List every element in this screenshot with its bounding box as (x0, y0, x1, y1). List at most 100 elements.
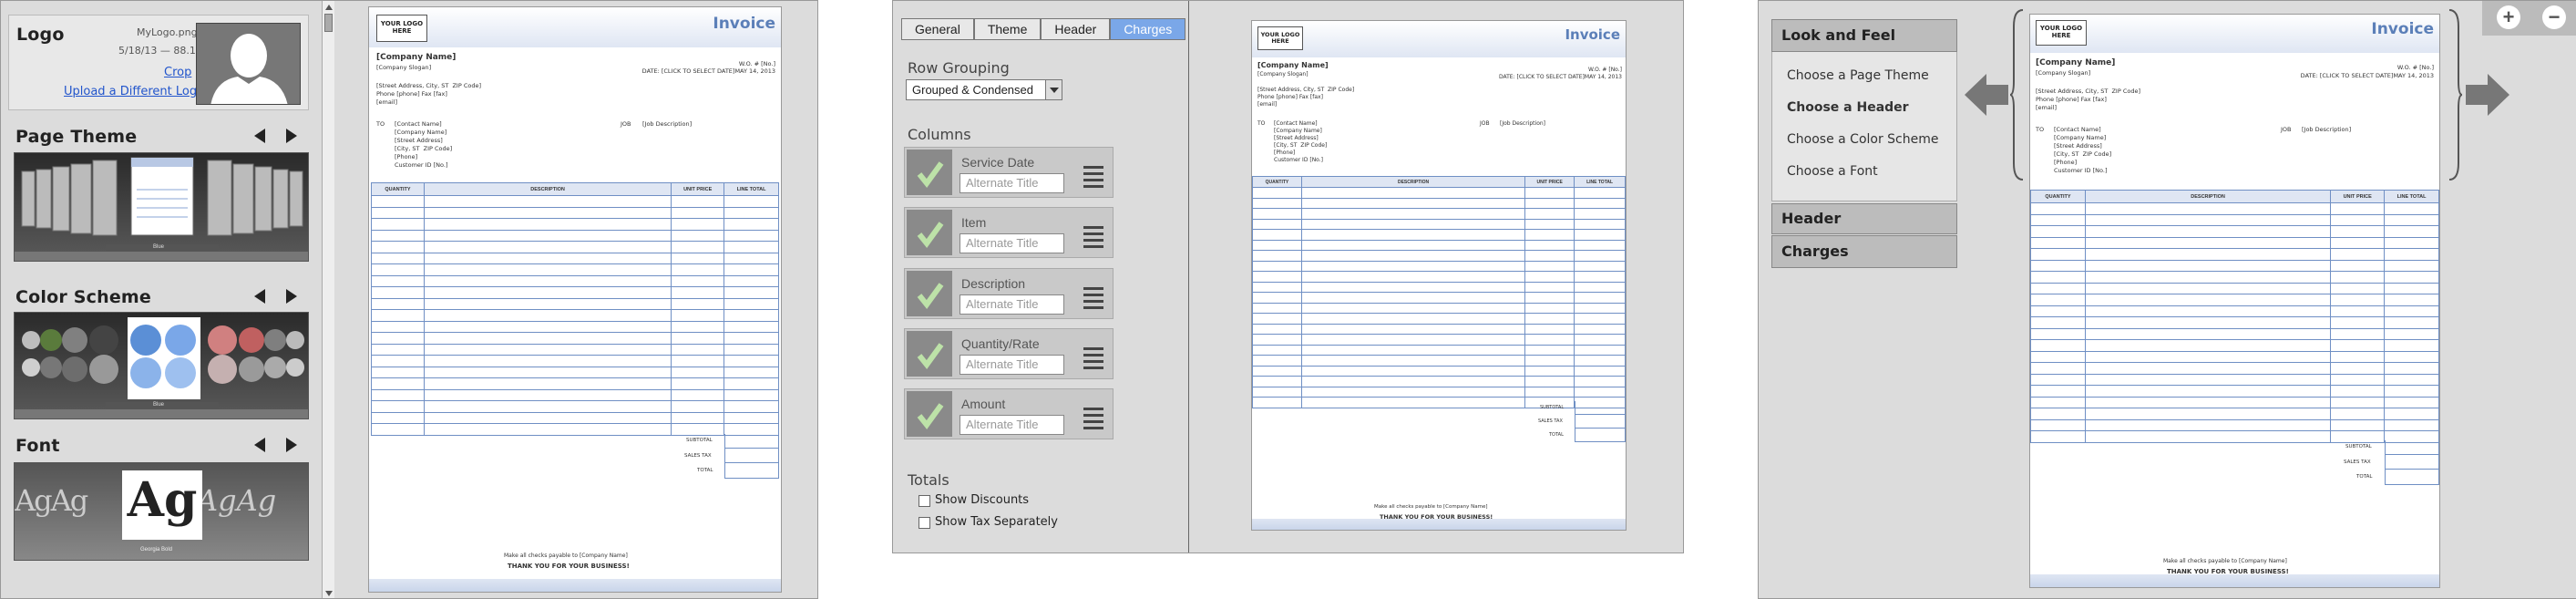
crop-link[interactable]: Crop (164, 66, 191, 79)
color-scheme-caption: Blue (153, 402, 165, 408)
tab-header[interactable]: Header (1041, 18, 1111, 40)
color-scheme-section: Color Scheme Blue (8, 280, 309, 430)
column-name: Quantity/Rate (961, 336, 1040, 351)
zoom-in-button[interactable]: + (2497, 5, 2520, 29)
job-label: JOB (621, 120, 631, 128)
job-value: [Job Description] (642, 120, 693, 128)
drag-handle-icon[interactable] (1083, 226, 1103, 252)
drag-handle-icon[interactable] (1083, 408, 1103, 433)
page-theme-section: Page Theme Blue (8, 127, 309, 273)
row-grouping-select[interactable]: Grouped & Condensed (906, 79, 1062, 100)
page-theme-carousel[interactable]: Blue (14, 152, 309, 262)
to-customer-id: Customer ID [No.] (2054, 167, 2108, 174)
zoom-out-button[interactable]: − (2542, 5, 2566, 29)
subtotal-label: SUBTOTAL (686, 438, 713, 443)
col-quantity: QUANTITY (371, 182, 425, 196)
invoice-logo-placeholder[interactable]: YOUR LOGO HERE (376, 15, 427, 42)
company-email: [email] (2036, 104, 2057, 111)
show-discounts-checkbox[interactable] (919, 495, 930, 507)
company-phone: Phone [phone] Fax [fax] (376, 90, 447, 98)
menu-choose-color-scheme[interactable]: Choose a Color Scheme (1787, 132, 1939, 147)
font-caption: Georgia Bold (140, 547, 173, 553)
look-and-feel-header[interactable]: Look and Feel (1771, 19, 1957, 52)
company-email: [email] (376, 98, 397, 106)
alternate-title-input[interactable]: Alternate Title (960, 355, 1064, 375)
drag-handle-icon[interactable] (1083, 347, 1103, 373)
tab-general[interactable]: General (901, 18, 974, 40)
wo-number: W.O. # [No.] (738, 60, 775, 67)
company-phone: Phone [phone] Fax [fax] (1257, 94, 1323, 100)
checkbox-amount[interactable] (907, 391, 952, 437)
alternate-title-input[interactable]: Alternate Title (960, 173, 1064, 193)
to-label: TO (376, 120, 385, 128)
tab-theme[interactable]: Theme (973, 18, 1042, 40)
col-description: DESCRIPTION (1300, 176, 1526, 188)
checkbox-item[interactable] (907, 210, 952, 255)
checkbox-service-date[interactable] (907, 150, 952, 195)
checkbox-quantity-rate[interactable] (907, 331, 952, 377)
sales-tax-label: SALES TAX (684, 453, 712, 459)
to-street: [Street Address] (2054, 142, 2102, 150)
sales-tax-label: SALES TAX (2344, 460, 2371, 465)
drag-handle-icon[interactable] (1083, 166, 1103, 191)
column-row-service-date[interactable]: Service Date Alternate Title (904, 147, 1114, 198)
to-street: [Street Address] (1274, 135, 1319, 141)
alternate-title-input[interactable]: Alternate Title (960, 294, 1064, 315)
checkbox-description[interactable] (907, 271, 952, 316)
show-tax-checkbox[interactable] (919, 517, 930, 529)
font-prev-icon[interactable] (254, 438, 265, 452)
company-address: [Street Address, City, ST ZIP Code] (2036, 88, 2141, 95)
page-theme-next-icon[interactable] (286, 129, 297, 143)
to-contact: [Contact Name] (395, 120, 442, 128)
previous-page-arrow-icon[interactable] (1965, 72, 2010, 118)
alternate-title-input[interactable]: Alternate Title (960, 415, 1064, 435)
page-theme-prev-icon[interactable] (254, 129, 265, 143)
charges-section-header[interactable]: Charges (1771, 235, 1957, 268)
logo-meta: 5/18/13 — 88.1kb (118, 45, 209, 57)
col-line-total: LINE TOTAL (724, 182, 779, 196)
row-grouping-label: Row Grouping (908, 59, 1010, 77)
to-street: [Street Address] (395, 137, 443, 144)
column-name: Description (961, 276, 1026, 291)
to-company: [Company Name] (395, 129, 447, 136)
tab-charges[interactable]: Charges (1110, 18, 1186, 40)
subtotal-label: SUBTOTAL (1540, 405, 1565, 410)
column-row-item[interactable]: Item Alternate Title (904, 207, 1114, 258)
menu-choose-page-theme[interactable]: Choose a Page Theme (1787, 68, 1929, 83)
menu-choose-font[interactable]: Choose a Font (1787, 164, 1878, 179)
upload-logo-link[interactable]: Upload a Different Logo (64, 85, 204, 98)
charges-settings-panel: General Theme Header Charges Row Groupin… (892, 0, 1684, 553)
color-scheme-carousel[interactable]: Blue (14, 312, 309, 419)
to-phone: [Phone] (1274, 150, 1296, 156)
to-city: [City, ST ZIP Code] (2054, 150, 2112, 158)
to-label: TO (1257, 120, 1266, 127)
job-label: JOB (2281, 126, 2292, 133)
column-row-description[interactable]: Description Alternate Title (904, 268, 1114, 319)
page-theme-caption: Blue (153, 244, 165, 250)
to-contact: [Contact Name] (2054, 126, 2101, 133)
invoice-logo-placeholder[interactable]: YOUR LOGO HERE (1257, 26, 1303, 50)
color-scheme-prev-icon[interactable] (254, 289, 265, 304)
logo-section: Logo MyLogo.png 5/18/13 — 88.1kb Crop Up… (8, 15, 309, 110)
logo-title: Logo (16, 25, 65, 45)
column-row-amount[interactable]: Amount Alternate Title (904, 388, 1114, 439)
options-scrollbar[interactable] (322, 1, 334, 598)
font-next-icon[interactable] (286, 438, 297, 452)
company-name: [Company Name] (376, 53, 457, 62)
menu-choose-header[interactable]: Choose a Header (1787, 100, 1909, 115)
header-bracket-left-icon (2010, 9, 2024, 181)
invoice-date: DATE: [CLICK TO SELECT DATE]MAY 14, 2013 (2300, 72, 2434, 79)
header-section-header[interactable]: Header (1771, 203, 1957, 234)
column-name: Service Date (961, 155, 1035, 170)
alternate-title-input[interactable]: Alternate Title (960, 233, 1064, 253)
invoice-logo-placeholder[interactable]: YOUR LOGO HERE (2036, 20, 2087, 46)
col-quantity: QUANTITY (1252, 176, 1302, 188)
logo-preview[interactable] (196, 23, 301, 105)
column-row-quantity-rate[interactable]: Quantity/Rate Alternate Title (904, 328, 1114, 379)
next-page-arrow-icon[interactable] (2464, 72, 2509, 118)
payable-note: Make all checks payable to [Company Name… (504, 553, 628, 559)
font-carousel[interactable]: AgAg AgAg Ag Georgia Bold (14, 462, 309, 561)
drag-handle-icon[interactable] (1083, 287, 1103, 313)
color-scheme-next-icon[interactable] (286, 289, 297, 304)
invoice-title: Invoice (2371, 20, 2434, 38)
